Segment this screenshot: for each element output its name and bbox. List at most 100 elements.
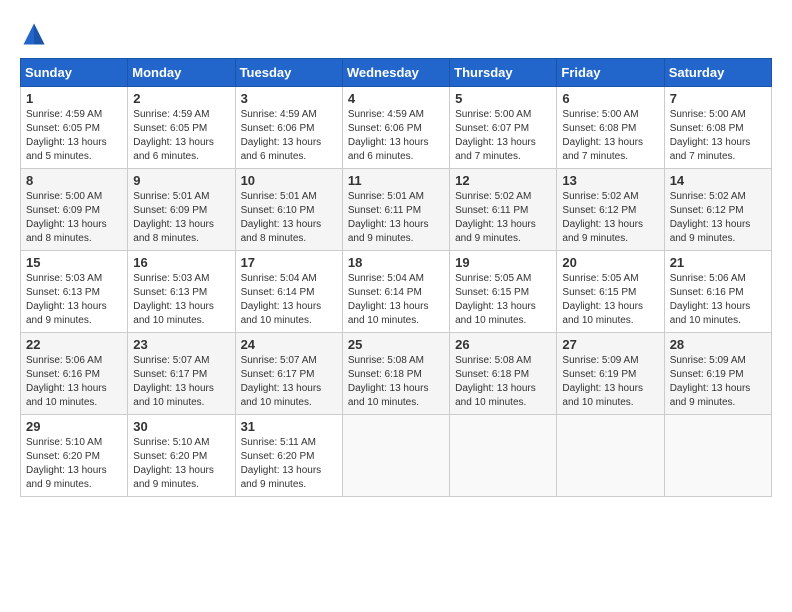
day-info: Sunrise: 5:02 AMSunset: 6:12 PMDaylight:…	[562, 191, 643, 244]
day-number: 8	[26, 173, 122, 188]
calendar-day-header: Monday	[128, 59, 235, 87]
day-number: 3	[241, 91, 337, 106]
day-number: 10	[241, 173, 337, 188]
day-number: 4	[348, 91, 444, 106]
calendar-day-header: Friday	[557, 59, 664, 87]
calendar-day-cell: 18 Sunrise: 5:04 AMSunset: 6:14 PMDayligh…	[342, 251, 449, 333]
day-info: Sunrise: 5:04 AMSunset: 6:14 PMDaylight:…	[241, 273, 322, 326]
day-number: 9	[133, 173, 229, 188]
day-info: Sunrise: 5:02 AMSunset: 6:11 PMDaylight:…	[455, 191, 536, 244]
calendar-week-row: 8 Sunrise: 5:00 AMSunset: 6:09 PMDaylight…	[21, 169, 772, 251]
day-number: 28	[670, 337, 766, 352]
day-number: 31	[241, 419, 337, 434]
calendar-header-row: SundayMondayTuesdayWednesdayThursdayFrid…	[21, 59, 772, 87]
calendar-day-cell: 31Sunrise: 5:11 AMSunset: 6:20 PMDayligh…	[235, 415, 342, 497]
day-number: 11	[348, 173, 444, 188]
day-number: 19	[455, 255, 551, 270]
day-number: 5	[455, 91, 551, 106]
calendar-day-header: Wednesday	[342, 59, 449, 87]
day-info: Sunrise: 5:04 AMSunset: 6:14 PMDaylight:…	[348, 273, 429, 326]
calendar-day-cell: 7 Sunrise: 5:00 AMSunset: 6:08 PMDaylight…	[664, 87, 771, 169]
day-number: 6	[562, 91, 658, 106]
day-info: Sunrise: 5:07 AMSunset: 6:17 PMDaylight:…	[241, 355, 322, 408]
day-number: 1	[26, 91, 122, 106]
day-number: 17	[241, 255, 337, 270]
day-number: 16	[133, 255, 229, 270]
day-info: Sunrise: 5:06 AMSunset: 6:16 PMDaylight:…	[670, 273, 751, 326]
day-info: Sunrise: 5:08 AMSunset: 6:18 PMDaylight:…	[348, 355, 429, 408]
day-info: Sunrise: 5:02 AMSunset: 6:12 PMDaylight:…	[670, 191, 751, 244]
calendar-day-cell: 14 Sunrise: 5:02 AMSunset: 6:12 PMDayligh…	[664, 169, 771, 251]
calendar-day-cell: 1 Sunrise: 4:59 AMSunset: 6:05 PMDaylight…	[21, 87, 128, 169]
page-container: SundayMondayTuesdayWednesdayThursdayFrid…	[20, 20, 772, 497]
calendar-day-cell: 4 Sunrise: 4:59 AMSunset: 6:06 PMDaylight…	[342, 87, 449, 169]
day-number: 29	[26, 419, 122, 434]
day-info: Sunrise: 5:03 AMSunset: 6:13 PMDaylight:…	[133, 273, 214, 326]
calendar-day-cell	[450, 415, 557, 497]
day-number: 12	[455, 173, 551, 188]
calendar-day-header: Sunday	[21, 59, 128, 87]
calendar-day-header: Saturday	[664, 59, 771, 87]
calendar-day-cell: 29 Sunrise: 5:10 AMSunset: 6:20 PMDayligh…	[21, 415, 128, 497]
day-info: Sunrise: 5:01 AMSunset: 6:11 PMDaylight:…	[348, 191, 429, 244]
day-info: Sunrise: 4:59 AMSunset: 6:05 PMDaylight:…	[133, 109, 214, 162]
calendar-day-cell: 5 Sunrise: 5:00 AMSunset: 6:07 PMDaylight…	[450, 87, 557, 169]
day-number: 30	[133, 419, 229, 434]
calendar-day-cell: 12 Sunrise: 5:02 AMSunset: 6:11 PMDayligh…	[450, 169, 557, 251]
day-info: Sunrise: 4:59 AMSunset: 6:05 PMDaylight:…	[26, 109, 107, 162]
day-info: Sunrise: 5:01 AMSunset: 6:09 PMDaylight:…	[133, 191, 214, 244]
calendar-week-row: 29 Sunrise: 5:10 AMSunset: 6:20 PMDayligh…	[21, 415, 772, 497]
day-number: 18	[348, 255, 444, 270]
day-info: Sunrise: 4:59 AMSunset: 6:06 PMDaylight:…	[241, 109, 322, 162]
header	[20, 20, 772, 48]
calendar-week-row: 15 Sunrise: 5:03 AMSunset: 6:13 PMDayligh…	[21, 251, 772, 333]
calendar-day-cell: 3 Sunrise: 4:59 AMSunset: 6:06 PMDaylight…	[235, 87, 342, 169]
calendar-day-cell: 20Sunrise: 5:05 AMSunset: 6:15 PMDayligh…	[557, 251, 664, 333]
calendar-week-row: 22 Sunrise: 5:06 AMSunset: 6:16 PMDayligh…	[21, 333, 772, 415]
day-info: Sunrise: 5:03 AMSunset: 6:13 PMDaylight:…	[26, 273, 107, 326]
calendar-day-cell: 6 Sunrise: 5:00 AMSunset: 6:08 PMDaylight…	[557, 87, 664, 169]
day-info: Sunrise: 5:00 AMSunset: 6:08 PMDaylight:…	[562, 109, 643, 162]
day-number: 14	[670, 173, 766, 188]
calendar-day-cell: 24 Sunrise: 5:07 AMSunset: 6:17 PMDayligh…	[235, 333, 342, 415]
calendar-day-cell: 15 Sunrise: 5:03 AMSunset: 6:13 PMDayligh…	[21, 251, 128, 333]
day-number: 24	[241, 337, 337, 352]
calendar-day-cell: 22 Sunrise: 5:06 AMSunset: 6:16 PMDayligh…	[21, 333, 128, 415]
calendar-day-cell: 8 Sunrise: 5:00 AMSunset: 6:09 PMDaylight…	[21, 169, 128, 251]
day-number: 26	[455, 337, 551, 352]
calendar-week-row: 1 Sunrise: 4:59 AMSunset: 6:05 PMDaylight…	[21, 87, 772, 169]
day-info: Sunrise: 5:09 AMSunset: 6:19 PMDaylight:…	[562, 355, 643, 408]
calendar-table: SundayMondayTuesdayWednesdayThursdayFrid…	[20, 58, 772, 497]
day-number: 21	[670, 255, 766, 270]
day-info: Sunrise: 5:06 AMSunset: 6:16 PMDaylight:…	[26, 355, 107, 408]
day-info: Sunrise: 5:07 AMSunset: 6:17 PMDaylight:…	[133, 355, 214, 408]
calendar-day-cell: 17 Sunrise: 5:04 AMSunset: 6:14 PMDayligh…	[235, 251, 342, 333]
calendar-day-cell	[664, 415, 771, 497]
calendar-day-cell: 27Sunrise: 5:09 AMSunset: 6:19 PMDayligh…	[557, 333, 664, 415]
calendar-day-cell	[557, 415, 664, 497]
day-info: Sunrise: 5:09 AMSunset: 6:19 PMDaylight:…	[670, 355, 751, 408]
day-number: 7	[670, 91, 766, 106]
day-number: 22	[26, 337, 122, 352]
day-info: Sunrise: 5:00 AMSunset: 6:09 PMDaylight:…	[26, 191, 107, 244]
calendar-day-cell: 23 Sunrise: 5:07 AMSunset: 6:17 PMDayligh…	[128, 333, 235, 415]
logo	[20, 20, 52, 48]
day-info: Sunrise: 5:00 AMSunset: 6:08 PMDaylight:…	[670, 109, 751, 162]
calendar-day-header: Thursday	[450, 59, 557, 87]
day-info: Sunrise: 5:00 AMSunset: 6:07 PMDaylight:…	[455, 109, 536, 162]
day-number: 23	[133, 337, 229, 352]
calendar-day-cell: 11 Sunrise: 5:01 AMSunset: 6:11 PMDayligh…	[342, 169, 449, 251]
calendar-day-header: Tuesday	[235, 59, 342, 87]
calendar-day-cell: 21 Sunrise: 5:06 AMSunset: 6:16 PMDayligh…	[664, 251, 771, 333]
day-info: Sunrise: 5:10 AMSunset: 6:20 PMDaylight:…	[26, 437, 107, 490]
day-info: Sunrise: 4:59 AMSunset: 6:06 PMDaylight:…	[348, 109, 429, 162]
calendar-day-cell: 30 Sunrise: 5:10 AMSunset: 6:20 PMDayligh…	[128, 415, 235, 497]
day-info: Sunrise: 5:05 AMSunset: 6:15 PMDaylight:…	[455, 273, 536, 326]
calendar-day-cell	[342, 415, 449, 497]
day-number: 15	[26, 255, 122, 270]
day-info: Sunrise: 5:10 AMSunset: 6:20 PMDaylight:…	[133, 437, 214, 490]
calendar-day-cell: 2Sunrise: 4:59 AMSunset: 6:05 PMDaylight…	[128, 87, 235, 169]
day-info: Sunrise: 5:05 AMSunset: 6:15 PMDaylight:…	[562, 273, 643, 326]
day-number: 25	[348, 337, 444, 352]
calendar-day-cell: 19 Sunrise: 5:05 AMSunset: 6:15 PMDayligh…	[450, 251, 557, 333]
